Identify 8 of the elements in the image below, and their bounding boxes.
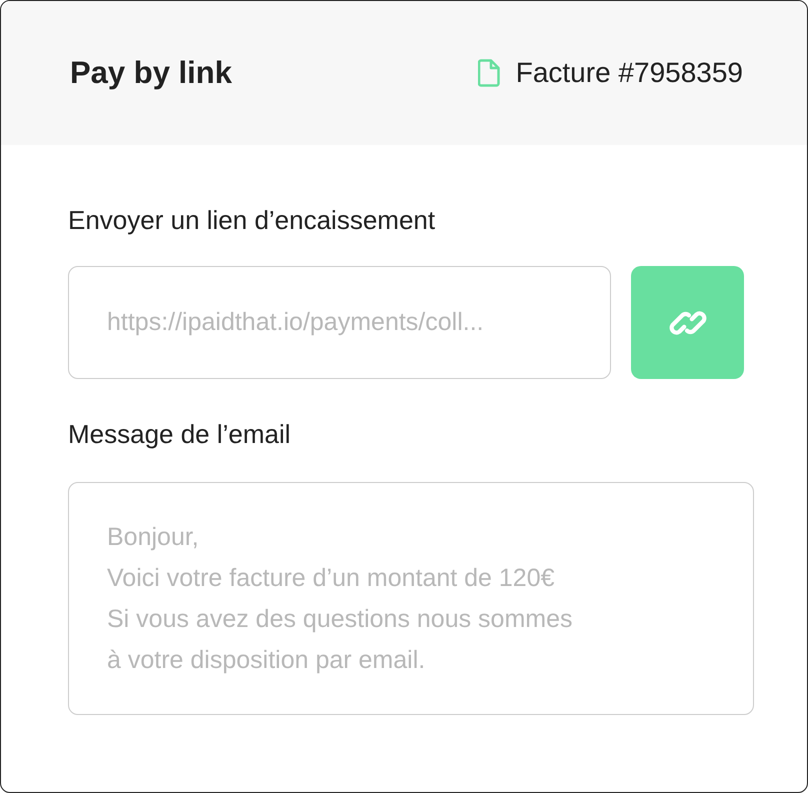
message-field[interactable]: Bonjour, Voici votre facture d’un montant de 120€ Si vous avez des questions nous sommes à votre disposition par email. — [68, 482, 754, 715]
card-title: Pay by link — [70, 55, 232, 91]
link-label: Envoyer un lien d’encaissement — [68, 205, 436, 236]
message-label: Message de l’email — [68, 419, 292, 450]
link-field[interactable]: https://ipaidthat.io/payments/coll... — [68, 266, 611, 379]
copy-link-button[interactable] — [631, 266, 744, 379]
invoice-number: Facture #7958359 — [516, 57, 743, 89]
document-icon — [478, 59, 500, 87]
